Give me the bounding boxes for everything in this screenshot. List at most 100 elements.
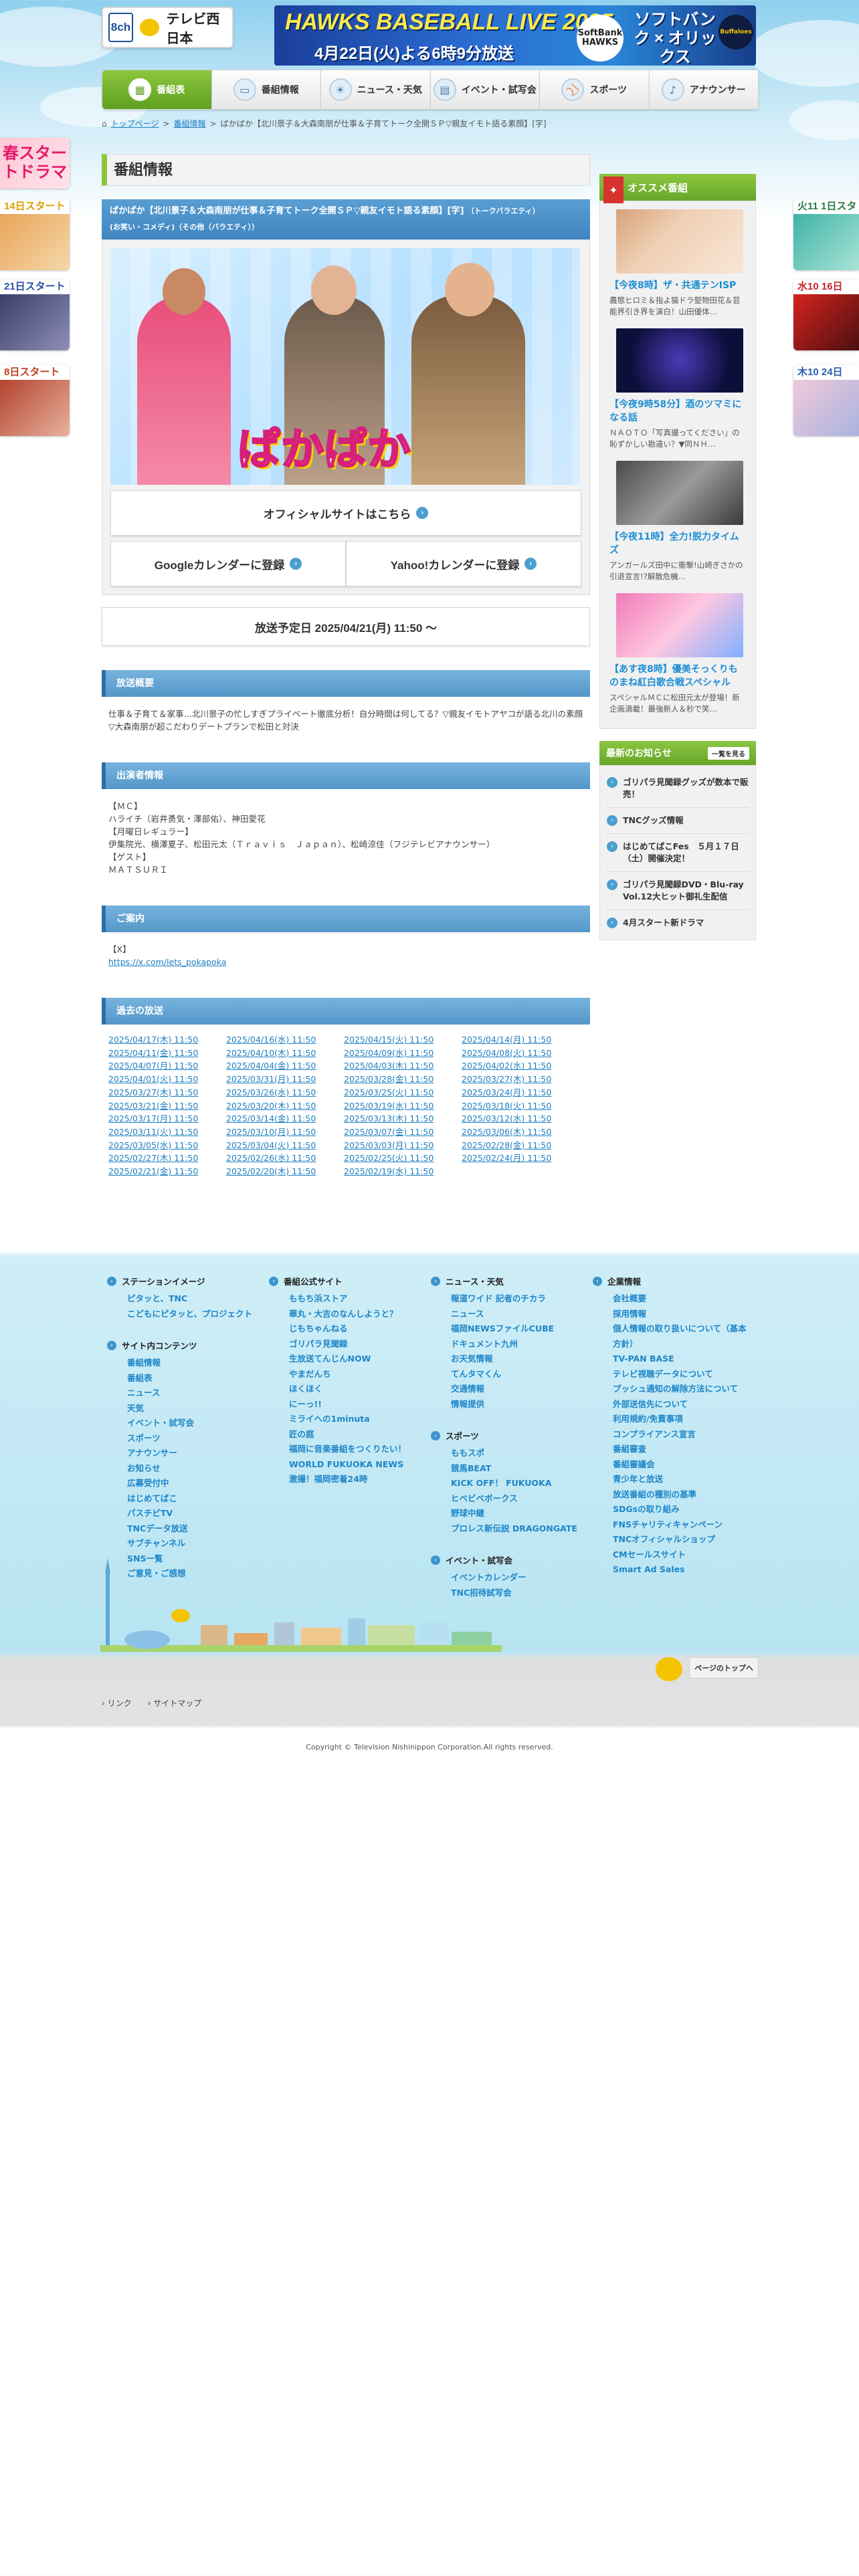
news-item[interactable]: › TNCグッズ情報 [607, 808, 749, 834]
right-ad-drama-2[interactable]: 水10 16日 [793, 280, 859, 350]
footer-link[interactable]: FNSチャリティキャンペーン [613, 1517, 747, 1533]
breadcrumb-home[interactable]: トップページ [111, 118, 159, 129]
past-broadcast-link[interactable]: 2025/04/17(木) 11:50 [108, 1034, 226, 1046]
footer-link[interactable]: 外部送信先について [613, 1397, 747, 1412]
hawks-baseball-banner[interactable]: HAWKS BASEBALL LIVE 2025 4月22日(火)よる6時9分放… [274, 5, 756, 66]
footer-link[interactable]: ミライへの1minuta [289, 1412, 423, 1427]
google-calendar-button[interactable]: Googleカレンダーに登録 › [110, 541, 346, 586]
past-broadcast-link[interactable]: 2025/03/31(月) 11:50 [226, 1073, 344, 1085]
recommend-item[interactable]: 【今夜9時58分】酒のツマミになる話 ＮＡＯＴＯ「写真撮ってください」の恥ずかし… [600, 326, 755, 458]
left-ad-drama-1[interactable]: 14日スタート [0, 199, 70, 270]
official-site-button[interactable]: オフィシャルサイトはこちら › [110, 490, 581, 536]
nav-news-weather[interactable]: ☀ ニュース・天気 [320, 70, 430, 110]
footer-link[interactable]: TV-PAN BASE [613, 1352, 747, 1367]
footer-link[interactable]: ゴリパラ見聞録 [289, 1337, 423, 1352]
footer-link[interactable]: 番組審査 [613, 1442, 747, 1457]
news-item[interactable]: › ゴリパラ見聞録グッズが数本で販売！ [607, 770, 749, 808]
footer-link[interactable]: 匠の庭 [289, 1427, 423, 1442]
x-account-link[interactable]: https://x.com/lets_pokapoka [108, 957, 226, 967]
footer-link[interactable]: 天気 [127, 1401, 261, 1416]
past-broadcast-link[interactable]: 2025/03/03(月) 11:50 [344, 1140, 462, 1152]
past-broadcast-link[interactable]: 2025/03/20(木) 11:50 [226, 1100, 344, 1112]
footer-link[interactable]: TNCデータ放送 [127, 1521, 261, 1537]
recommend-item[interactable]: 【今夜8時】ザ・共通テンISP 農態ヒロミ＆指よ猫ドラ堅物田花＆芸能界引き界を演… [600, 207, 755, 326]
footer-link[interactable]: ドキュメント九州 [451, 1337, 585, 1352]
footer-link[interactable]: イベント・試写会 [127, 1416, 261, 1431]
past-broadcast-link[interactable]: 2025/03/06(木) 11:50 [462, 1126, 579, 1138]
footer-link[interactable]: じもちゃんねる [289, 1321, 423, 1337]
nav-sports[interactable]: ⚾ スポーツ [539, 70, 649, 110]
footer-link[interactable]: 野球中継 [451, 1506, 585, 1521]
footer-link[interactable]: 会社概要 [613, 1291, 747, 1307]
nav-events[interactable]: ▤ イベント・試写会 [430, 70, 539, 110]
footer-link[interactable]: 採用情報 [613, 1307, 747, 1322]
footer-link[interactable]: 番組情報 [127, 1356, 261, 1371]
footer-link[interactable]: ヒベビベボークス [451, 1491, 585, 1507]
news-item[interactable]: › ゴリパラ見聞録DVD・Blu-ray Vol.12大ヒット御礼生配信 [607, 872, 749, 910]
past-broadcast-link[interactable]: 2025/02/21(金) 11:50 [108, 1166, 226, 1178]
footer-link[interactable]: WORLD FUKUOKA NEWS [289, 1457, 423, 1473]
nav-program-info[interactable]: ▭ 番組情報 [211, 70, 320, 110]
right-ad-drama-1[interactable]: 火11 1日スタ [793, 199, 859, 270]
footer-link[interactable]: 生放送てんじんNOW [289, 1352, 423, 1367]
past-broadcast-link[interactable]: 2025/03/19(水) 11:50 [344, 1100, 462, 1112]
footer-link[interactable]: はじめてばこ [127, 1491, 261, 1507]
past-broadcast-link[interactable]: 2025/03/14(金) 11:50 [226, 1113, 344, 1125]
footer-link[interactable]: CMセールスサイト [613, 1547, 747, 1563]
footer-link[interactable]: お天気情報 [451, 1352, 585, 1367]
footer-link[interactable]: 番組審議会 [613, 1457, 747, 1473]
footer-link[interactable]: 華丸・大吉のなんしようと？ [289, 1307, 423, 1322]
footer-link[interactable]: ピタッと、TNC [127, 1291, 261, 1307]
footer-link[interactable]: 福岡NEWSファイルCUBE [451, 1321, 585, 1337]
footer-link[interactable]: ほくほく [289, 1382, 423, 1397]
past-broadcast-link[interactable]: 2025/03/27(木) 11:50 [462, 1073, 579, 1085]
left-ad-headline[interactable]: 春スタートドラマ [0, 138, 70, 189]
footer-link[interactable]: Smart Ad Sales [613, 1562, 747, 1578]
past-broadcast-link[interactable]: 2025/03/27(木) 11:50 [108, 1087, 226, 1099]
footer-link[interactable]: こどもにピタッと、プロジェクト [127, 1307, 261, 1322]
footer-link[interactable]: KICK OFF！ FUKUOKA [451, 1476, 585, 1491]
footer-link[interactable]: TNCオフィシャルショップ [613, 1532, 747, 1547]
footer-link[interactable]: プッシュ通知の解除方法について [613, 1382, 747, 1397]
footer-link[interactable]: パスチビTV [127, 1506, 261, 1521]
footer-link[interactable]: 報道ワイド 記者のチカラ [451, 1291, 585, 1307]
news-item[interactable]: › はじめてばこFes ５月１７日（土）開催決定！ [607, 834, 749, 872]
left-ad-drama-2[interactable]: 21日スタート [0, 280, 70, 350]
footer-link[interactable]: 情報提供 [451, 1397, 585, 1412]
sub-link-links[interactable]: › リンク [102, 1697, 132, 1709]
past-broadcast-link[interactable]: 2025/03/24(月) 11:50 [462, 1087, 579, 1099]
footer-link[interactable]: お知らせ [127, 1461, 261, 1477]
past-broadcast-link[interactable]: 2025/04/08(火) 11:50 [462, 1047, 579, 1059]
past-broadcast-link[interactable]: 2025/03/11(火) 11:50 [108, 1126, 226, 1138]
nav-tv-guide[interactable]: ▦ 番組表 [102, 70, 211, 110]
footer-link[interactable]: SDGsの取り組み [613, 1502, 747, 1517]
past-broadcast-link[interactable]: 2025/03/07(金) 11:50 [344, 1126, 462, 1138]
past-broadcast-link[interactable]: 2025/03/18(火) 11:50 [462, 1100, 579, 1112]
past-broadcast-link[interactable]: 2025/04/14(月) 11:50 [462, 1034, 579, 1046]
left-ad-drama-3[interactable]: 8日スタート [0, 365, 70, 436]
past-broadcast-link[interactable]: 2025/03/28(金) 11:50 [344, 1073, 462, 1085]
past-broadcast-link[interactable]: 2025/02/25(火) 11:50 [344, 1152, 462, 1164]
recommend-item[interactable]: 【あす夜8時】優美そっくりものまね紅白歌合戦スペシャル スペシャルＭＣに松田元太… [600, 591, 755, 723]
footer-link[interactable]: サブチャンネル [127, 1536, 261, 1551]
footer-link[interactable]: 交通情報 [451, 1382, 585, 1397]
footer-link[interactable]: てんタマくん [451, 1367, 585, 1382]
footer-link[interactable]: プロレス新伝説 DRAGONGATE [451, 1521, 585, 1537]
footer-link[interactable]: ニュース [127, 1386, 261, 1401]
right-ad-drama-3[interactable]: 木10 24日 [793, 365, 859, 436]
past-broadcast-link[interactable]: 2025/04/11(金) 11:50 [108, 1047, 226, 1059]
past-broadcast-link[interactable]: 2025/03/26(水) 11:50 [226, 1087, 344, 1099]
footer-link[interactable]: 競馬BEAT [451, 1461, 585, 1477]
sub-link-sitemap[interactable]: › サイトマップ [148, 1697, 202, 1709]
breadcrumb-category[interactable]: 番組情報 [173, 118, 205, 129]
footer-link[interactable]: ニュース [451, 1307, 585, 1322]
past-broadcast-link[interactable]: 2025/04/09(水) 11:50 [344, 1047, 462, 1059]
news-all-button[interactable]: 一覧を見る [708, 746, 749, 760]
past-broadcast-link[interactable]: 2025/02/28(金) 11:50 [462, 1140, 579, 1152]
past-broadcast-link[interactable]: 2025/04/10(木) 11:50 [226, 1047, 344, 1059]
past-broadcast-link[interactable]: 2025/03/05(水) 11:50 [108, 1140, 226, 1152]
footer-link[interactable]: 番組表 [127, 1371, 261, 1386]
footer-link[interactable]: ももち浜ストア [289, 1291, 423, 1307]
past-broadcast-link[interactable]: 2025/04/03(木) 11:50 [344, 1060, 462, 1072]
footer-link[interactable]: アナウンサー [127, 1446, 261, 1461]
